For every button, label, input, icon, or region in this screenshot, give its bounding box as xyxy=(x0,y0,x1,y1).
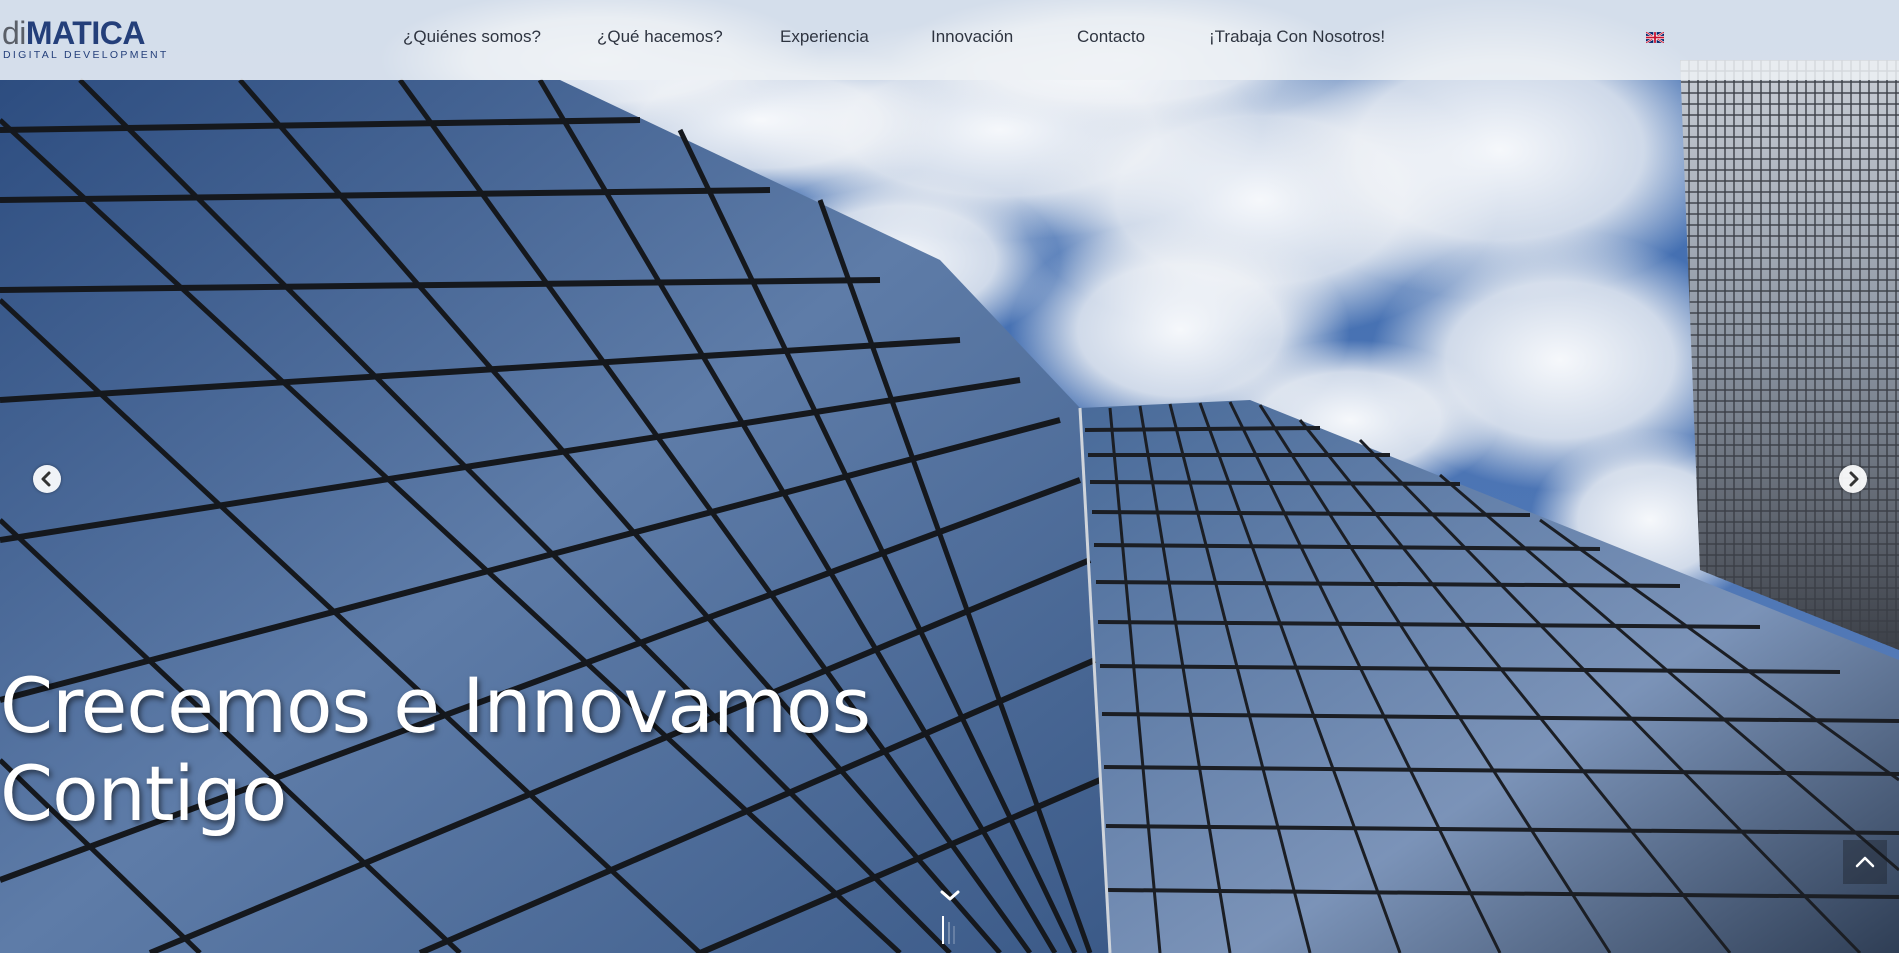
back-to-top-button[interactable] xyxy=(1843,840,1887,884)
logo-prefix: di xyxy=(2,15,26,51)
nav-item-que-hacemos[interactable]: ¿Qué hacemos? xyxy=(597,26,723,48)
nav-item-trabaja-con-nosotros[interactable]: ¡Trabaja Con Nosotros! xyxy=(1209,26,1385,48)
scroll-indicator-lines xyxy=(942,916,955,944)
chevron-down-icon[interactable] xyxy=(938,886,962,906)
hero-caption-line2: Contigo xyxy=(0,749,287,838)
hero-caption-line1: Crecemos e Innovamos xyxy=(0,661,871,750)
nav-item-innovacion[interactable]: Innovación xyxy=(931,26,1013,48)
site-header: diMATICA DIGITAL DEVELOPMENT ¿Quiénes so… xyxy=(0,0,1899,80)
chevron-left-icon xyxy=(41,471,51,487)
uk-flag-icon[interactable] xyxy=(1646,32,1664,43)
carousel-next-button[interactable] xyxy=(1839,465,1867,493)
logo-wordmark: diMATICA xyxy=(2,16,145,50)
dimatica-logo[interactable]: diMATICA DIGITAL DEVELOPMENT xyxy=(2,16,172,64)
nav-item-experiencia[interactable]: Experiencia xyxy=(780,26,869,48)
logo-name: MATICA xyxy=(25,15,146,51)
hero-caption: Crecemos e Innovamos Contigo xyxy=(0,662,1000,838)
logo-tagline: DIGITAL DEVELOPMENT xyxy=(3,49,169,61)
nav-item-quienes-somos[interactable]: ¿Quiénes somos? xyxy=(403,26,541,48)
chevron-right-icon xyxy=(1849,471,1859,487)
nav-item-contacto[interactable]: Contacto xyxy=(1077,26,1145,48)
chevron-up-icon xyxy=(1855,856,1875,868)
carousel-prev-button[interactable] xyxy=(33,465,61,493)
home-page: diMATICA DIGITAL DEVELOPMENT ¿Quiénes so… xyxy=(0,0,1899,953)
